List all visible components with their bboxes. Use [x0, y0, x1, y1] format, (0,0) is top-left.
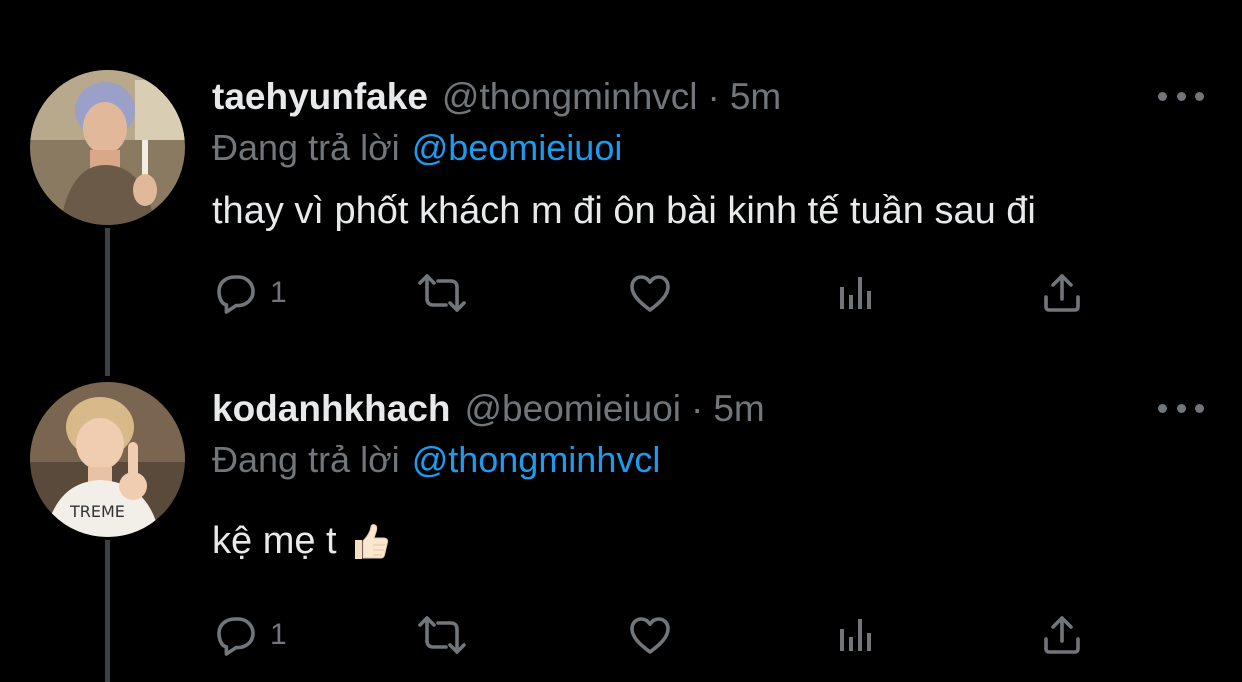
retweet-icon: [414, 269, 470, 317]
replying-label: Đang trả lời: [212, 439, 400, 480]
analytics-icon: [832, 269, 880, 317]
mention-link[interactable]: @thongminhvcl: [412, 439, 661, 480]
retweet-icon: [414, 611, 470, 659]
tweet-text: kệ mẹ t: [212, 520, 391, 563]
svg-text:TREME: TREME: [69, 502, 125, 521]
retweet-button[interactable]: [414, 610, 470, 660]
user-handle[interactable]: @thongminhvcl: [442, 76, 698, 118]
share-icon: [1038, 269, 1086, 317]
timestamp[interactable]: 5m: [713, 388, 764, 430]
avatar[interactable]: TREME: [30, 382, 185, 537]
reply-icon: [212, 611, 260, 659]
analytics-button[interactable]: [832, 610, 880, 660]
more-options-icon[interactable]: [1158, 84, 1204, 108]
thumbs-up-icon: [349, 521, 391, 563]
reply-icon: [212, 269, 260, 317]
tweet-text-body: thay vì phốt khách m đi ôn bài kinh tế t…: [212, 190, 1036, 232]
reply-count: 1: [270, 276, 287, 309]
analytics-icon: [832, 611, 880, 659]
like-button[interactable]: [626, 610, 674, 660]
separator: ·: [691, 388, 704, 429]
display-name[interactable]: kodanhkhach: [212, 388, 451, 430]
share-icon: [1038, 611, 1086, 659]
display-name[interactable]: taehyunfake: [212, 76, 428, 118]
tweet[interactable]: taehyunfake @thongminhvcl · 5m Đang trả …: [0, 70, 1242, 342]
replying-label: Đang trả lời: [212, 127, 400, 168]
reply-button[interactable]: 1: [212, 610, 287, 660]
tweet-actions: 1: [212, 268, 1112, 318]
like-icon: [626, 269, 674, 317]
analytics-button[interactable]: [832, 268, 880, 318]
mention-link[interactable]: @beomieiuoi: [412, 127, 623, 168]
like-icon: [626, 611, 674, 659]
tweet-actions: 1: [212, 610, 1112, 660]
tweet-text: thay vì phốt khách m đi ôn bài kinh tế t…: [212, 190, 1036, 233]
reply-button[interactable]: 1: [212, 268, 287, 318]
user-handle[interactable]: @beomieiuoi: [465, 388, 682, 430]
tweet[interactable]: TREME kodanhkhach @beomieiuoi · 5m Đang …: [0, 382, 1242, 682]
avatar[interactable]: [30, 70, 185, 225]
timestamp[interactable]: 5m: [730, 76, 781, 118]
tweet-header: kodanhkhach @beomieiuoi · 5m: [212, 384, 765, 434]
share-button[interactable]: [1038, 610, 1086, 660]
retweet-button[interactable]: [414, 268, 470, 318]
replying-to: Đang trả lời @beomieiuoi: [212, 127, 622, 169]
share-button[interactable]: [1038, 268, 1086, 318]
tweet-header: taehyunfake @thongminhvcl · 5m: [212, 72, 781, 122]
separator: ·: [707, 76, 720, 117]
more-options-icon[interactable]: [1158, 396, 1204, 420]
reply-count: 1: [270, 618, 287, 651]
tweet-text-body: kệ mẹ t: [212, 520, 337, 562]
like-button[interactable]: [626, 268, 674, 318]
replying-to: Đang trả lời @thongminhvcl: [212, 439, 660, 481]
